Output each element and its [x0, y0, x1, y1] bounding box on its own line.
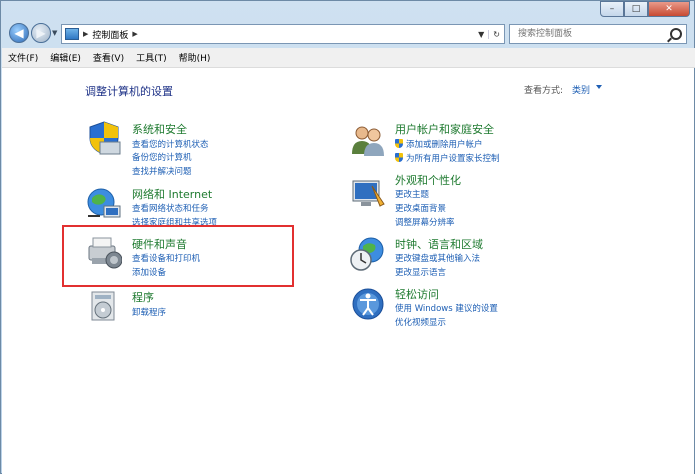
- link-change-theme[interactable]: 更改主题: [395, 188, 429, 200]
- search-icon[interactable]: [670, 28, 682, 40]
- arrow-right-icon: ▶: [36, 26, 46, 40]
- category-title-system-security[interactable]: 系统和安全: [132, 121, 187, 137]
- forward-button[interactable]: ▶: [31, 23, 51, 43]
- link-recommended-settings[interactable]: 使用 Windows 建议的设置: [395, 302, 498, 314]
- category-title-user-accounts[interactable]: 用户帐户和家庭安全: [395, 121, 494, 137]
- chevron-right-icon[interactable]: ▶: [132, 30, 137, 38]
- network-globe-icon[interactable]: [86, 186, 122, 222]
- link-troubleshoot[interactable]: 查找并解决问题: [132, 165, 192, 177]
- chevron-down-icon[interactable]: [596, 85, 602, 89]
- category-title-appearance[interactable]: 外观和个性化: [395, 172, 461, 188]
- title-bar: – □ ✕ ◀ ▶ ▼ ▶ 控制面板 ▶ ▼ ↻: [1, 1, 694, 45]
- search-box[interactable]: [509, 24, 687, 44]
- control-panel-icon: [65, 28, 79, 40]
- link-backup-computer[interactable]: 备份您的计算机: [132, 151, 192, 163]
- address-bar[interactable]: ▶ 控制面板 ▶ ▼ ↻: [61, 24, 505, 44]
- link-add-remove-accounts[interactable]: 添加或删除用户帐户: [395, 138, 483, 150]
- category-title-programs[interactable]: 程序: [132, 289, 154, 305]
- link-network-status[interactable]: 查看网络状态和任务: [132, 202, 209, 214]
- recent-pages-dropdown[interactable]: ▼: [52, 29, 57, 37]
- security-shield-icon[interactable]: [86, 120, 122, 156]
- maximize-button[interactable]: □: [624, 1, 648, 17]
- view-by-dropdown[interactable]: 类别: [572, 83, 590, 96]
- control-panel-window: – □ ✕ ◀ ▶ ▼ ▶ 控制面板 ▶ ▼ ↻ 文件(F) 编辑(E) 查看(…: [0, 0, 695, 474]
- window-controls: – □ ✕: [600, 1, 690, 17]
- link-desktop-background[interactable]: 更改桌面背景: [395, 202, 446, 214]
- menu-bar: 文件(F) 编辑(E) 查看(V) 工具(T) 帮助(H): [2, 48, 695, 68]
- link-screen-resolution[interactable]: 调整屏幕分辨率: [395, 216, 455, 228]
- category-title-clock-region[interactable]: 时钟、语言和区域: [395, 236, 483, 252]
- link-display-language[interactable]: 更改显示语言: [395, 266, 446, 278]
- link-check-computer-status[interactable]: 查看您的计算机状态: [132, 138, 209, 150]
- link-keyboard-input[interactable]: 更改键盘或其他输入法: [395, 252, 480, 264]
- link-optimize-display[interactable]: 优化视频显示: [395, 316, 446, 328]
- link-parental-controls[interactable]: 为所有用户设置家长控制: [395, 152, 500, 164]
- close-button[interactable]: ✕: [648, 1, 690, 17]
- users-icon[interactable]: [350, 122, 386, 158]
- menu-tools[interactable]: 工具(T): [130, 51, 173, 64]
- view-by-label: 查看方式:: [524, 86, 564, 96]
- uac-shield-icon: [395, 139, 403, 148]
- menu-file[interactable]: 文件(F): [2, 51, 44, 64]
- minimize-button[interactable]: –: [600, 1, 624, 17]
- programs-icon[interactable]: [86, 288, 122, 324]
- content-area: 调整计算机的设置 查看方式: 类别 系统和安全 查看您的计算机状态 备份您的计算…: [2, 68, 694, 474]
- category-title-network[interactable]: 网络和 Internet: [132, 186, 212, 202]
- chevron-right-icon[interactable]: ▶: [83, 30, 88, 38]
- uac-shield-icon: [395, 153, 403, 162]
- menu-help[interactable]: 帮助(H): [173, 51, 217, 64]
- link-uninstall-program[interactable]: 卸载程序: [132, 306, 166, 318]
- accessibility-icon[interactable]: [350, 286, 386, 322]
- clock-globe-icon[interactable]: [350, 236, 386, 272]
- refresh-icon[interactable]: ↻: [488, 29, 504, 39]
- highlight-box: [62, 225, 294, 287]
- chevron-down-icon[interactable]: ▼: [474, 30, 488, 39]
- appearance-icon[interactable]: [350, 176, 386, 212]
- arrow-left-icon: ◀: [14, 26, 24, 40]
- menu-view[interactable]: 查看(V): [87, 51, 130, 64]
- search-input[interactable]: [516, 28, 670, 40]
- category-title-ease-access[interactable]: 轻松访问: [395, 286, 439, 302]
- menu-edit[interactable]: 编辑(E): [44, 51, 87, 64]
- back-button[interactable]: ◀: [9, 23, 29, 43]
- page-title: 调整计算机的设置: [85, 85, 173, 98]
- breadcrumb-control-panel[interactable]: 控制面板: [92, 28, 128, 41]
